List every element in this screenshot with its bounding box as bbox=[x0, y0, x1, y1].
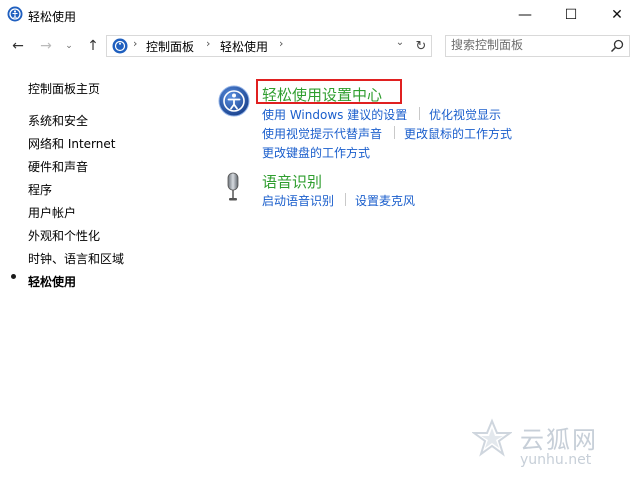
sidebar-item-ease-of-access[interactable]: 轻松使用 bbox=[28, 273, 76, 290]
highlight-box bbox=[256, 79, 402, 104]
sidebar-item-network-internet[interactable]: 网络和 Internet bbox=[28, 135, 115, 152]
search-input[interactable] bbox=[451, 38, 601, 52]
microphone-icon bbox=[227, 172, 239, 201]
sidebar-item-clock-region[interactable]: 时钟、语言和区域 bbox=[28, 250, 124, 267]
current-item-bullet bbox=[11, 274, 16, 279]
sidebar-item-appearance[interactable]: 外观和个性化 bbox=[28, 227, 100, 244]
breadcrumb-separator[interactable]: › bbox=[279, 37, 283, 50]
change-mouse-settings-link[interactable]: 更改鼠标的工作方式 bbox=[404, 125, 512, 142]
forward-button[interactable]: → bbox=[36, 37, 56, 55]
window-title: 轻松使用 bbox=[28, 10, 77, 24]
link-separator bbox=[394, 126, 395, 139]
up-button[interactable]: ↑ bbox=[84, 37, 102, 55]
windows-recommended-settings-link[interactable]: 使用 Windows 建议的设置 bbox=[262, 106, 407, 123]
breadcrumb-separator: › bbox=[133, 37, 138, 50]
sidebar-item-user-accounts[interactable]: 用户帐户 bbox=[28, 204, 76, 221]
watermark-text: 云狐网 bbox=[520, 426, 598, 454]
ease-of-access-icon bbox=[218, 85, 250, 117]
set-up-microphone-link[interactable]: 设置麦克风 bbox=[355, 192, 415, 209]
close-button[interactable]: ✕ bbox=[594, 0, 640, 30]
visual-cues-for-sounds-link[interactable]: 使用视觉提示代替声音 bbox=[262, 125, 382, 142]
breadcrumb-ease-of-access[interactable]: 轻松使用 bbox=[220, 38, 268, 55]
control-panel-home-link[interactable]: 控制面板主页 bbox=[28, 80, 100, 97]
watermark-url: yunhu.net bbox=[520, 452, 592, 468]
watermark-star-logo bbox=[472, 418, 512, 457]
speech-recognition-link[interactable]: 语音识别 bbox=[262, 171, 322, 192]
maximize-button[interactable]: ☐ bbox=[548, 0, 594, 30]
sidebar-item-hardware-sound[interactable]: 硬件和声音 bbox=[28, 158, 88, 175]
sidebar-item-system-security[interactable]: 系统和安全 bbox=[28, 112, 88, 129]
start-speech-recognition-link[interactable]: 启动语音识别 bbox=[262, 192, 334, 209]
minimize-button[interactable]: — bbox=[502, 0, 548, 30]
address-dropdown-icon[interactable]: ⌄ bbox=[392, 37, 408, 48]
sidebar-item-programs[interactable]: 程序 bbox=[28, 181, 52, 198]
breadcrumb-control-panel[interactable]: 控制面板 bbox=[146, 38, 194, 55]
breadcrumb-separator[interactable]: › bbox=[206, 37, 210, 50]
change-keyboard-settings-link[interactable]: 更改键盘的工作方式 bbox=[262, 144, 370, 161]
link-separator bbox=[345, 193, 346, 206]
optimize-visual-display-link[interactable]: 优化视觉显示 bbox=[429, 106, 501, 123]
link-separator bbox=[419, 107, 420, 120]
refresh-button[interactable]: ↻ bbox=[412, 36, 430, 56]
recent-locations-button[interactable]: ⌄ bbox=[62, 37, 76, 55]
control-panel-icon bbox=[112, 38, 128, 54]
ease-of-access-app-icon bbox=[7, 6, 23, 22]
search-icon[interactable] bbox=[610, 39, 624, 53]
back-button[interactable]: ← bbox=[8, 37, 28, 55]
